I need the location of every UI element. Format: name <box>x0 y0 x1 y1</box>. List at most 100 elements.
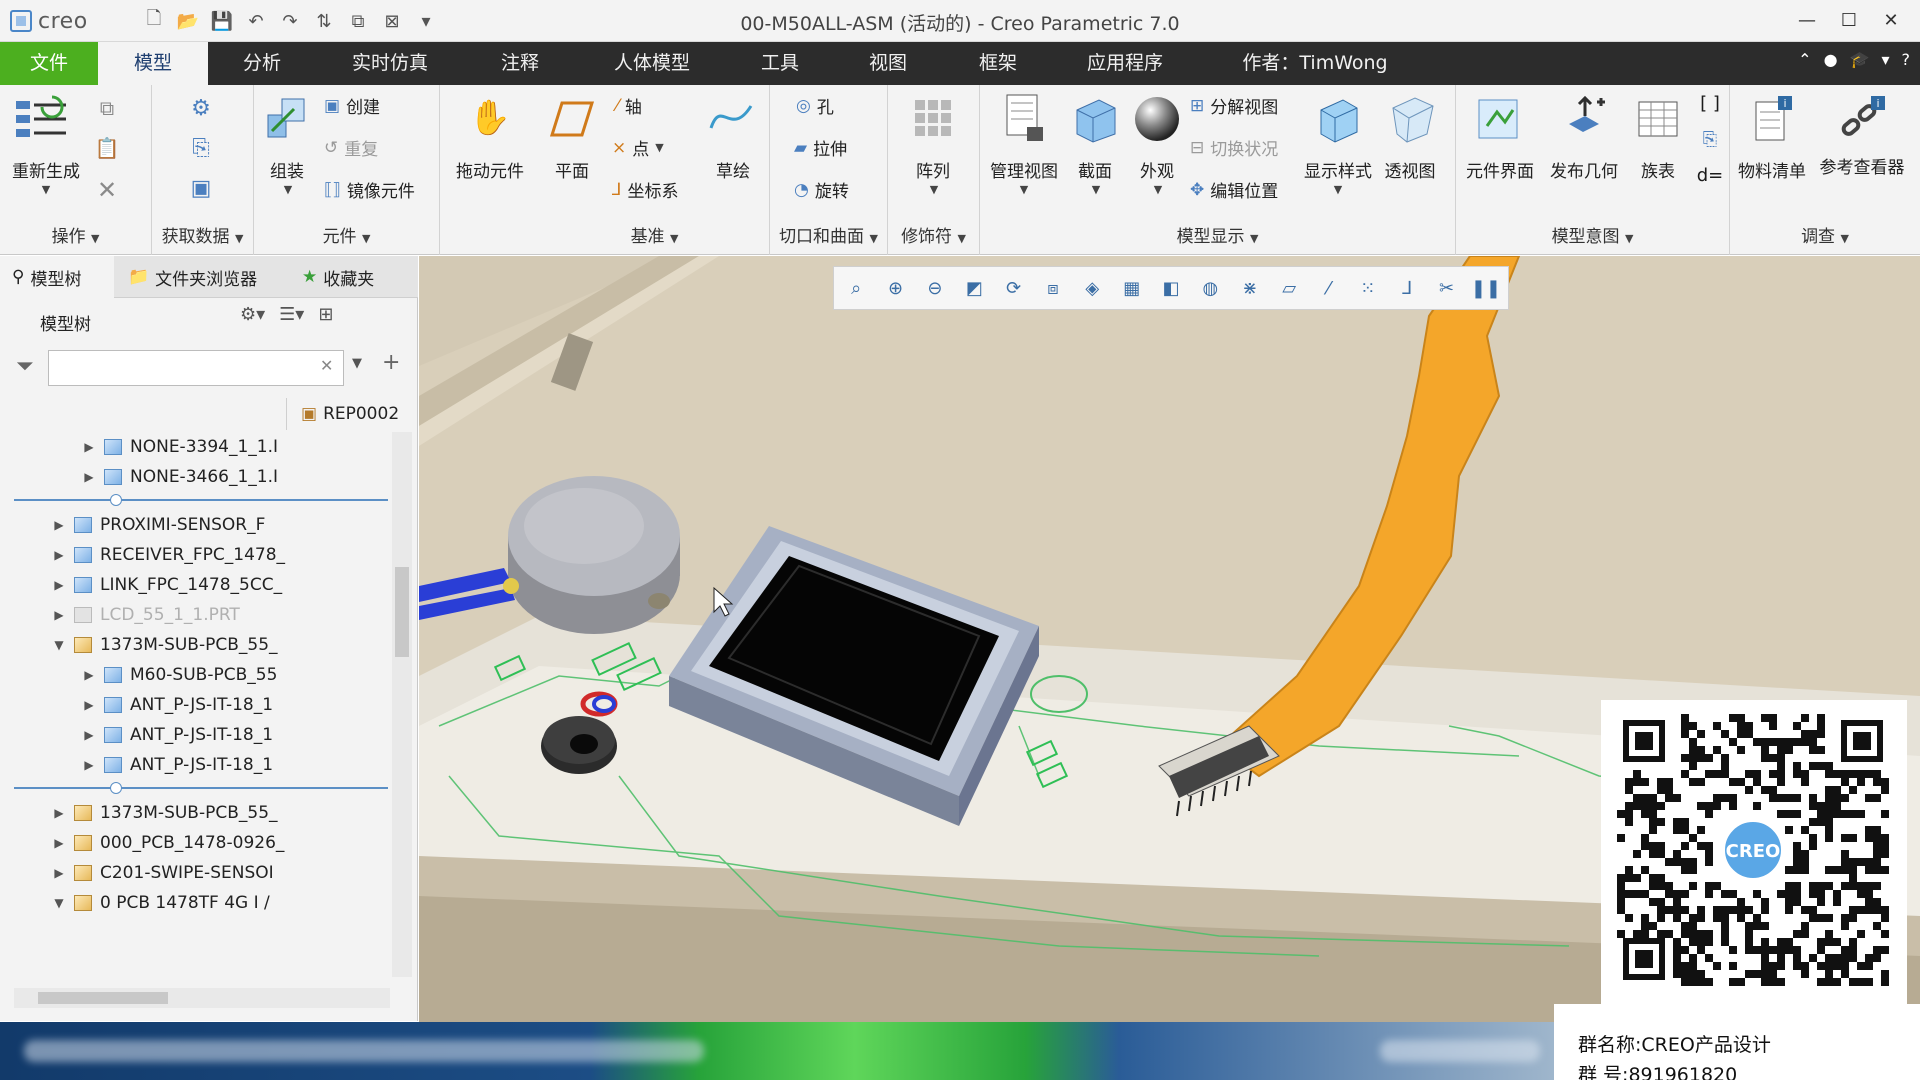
point-button[interactable]: × 点 ▼ <box>612 135 664 161</box>
explode-view-button[interactable]: ⊞ 分解视图 <box>1190 93 1278 119</box>
toggle-status-button[interactable]: ⊟ 切换状况 <box>1190 135 1278 161</box>
perspective-icon[interactable]: ◧ <box>1153 270 1189 306</box>
pattern-icon[interactable] <box>908 93 958 143</box>
tab-framework[interactable]: 框架 <box>948 42 1048 85</box>
shrinkwrap-icon[interactable]: ▣ <box>186 173 216 203</box>
scrollbar-thumb[interactable] <box>38 992 168 1004</box>
group-get-data-label[interactable]: 获取数据 ▼ <box>152 222 253 247</box>
tree-row[interactable]: ▶ C201-SWIPE-SENSOI <box>48 858 273 888</box>
add-filter-icon[interactable]: + <box>382 350 400 375</box>
column-horizontal-scrollbar[interactable] <box>300 988 388 1008</box>
spin-icon[interactable]: ✂ <box>1428 270 1464 306</box>
repeat-button[interactable]: ↺ 重复 <box>324 135 378 161</box>
group-modifiers-label[interactable]: 修饰符 ▼ <box>888 222 979 247</box>
section-label[interactable]: 截面 <box>1070 157 1120 182</box>
customize-icon[interactable]: ▾ <box>412 8 440 34</box>
tab-tools[interactable]: 工具 <box>730 42 830 85</box>
group-model-intent-label[interactable]: 模型意图 ▼ <box>1456 222 1729 247</box>
axis-display-icon[interactable]: ⁄ <box>1310 270 1346 306</box>
tree-row[interactable]: ▶ ANT_P-JS-IT-18_1 <box>78 720 273 750</box>
plane-label[interactable]: 平面 <box>546 157 598 182</box>
copy-icon[interactable]: ⧉ <box>94 95 120 121</box>
create-component-button[interactable]: ▣ 创建 <box>324 93 380 119</box>
extrude-button[interactable]: ▰ 拉伸 <box>794 135 847 161</box>
minimize-icon[interactable]: — <box>1788 4 1826 36</box>
group-datum-label[interactable]: 基准 ▼ <box>540 222 769 247</box>
manage-views-icon[interactable] <box>998 91 1048 147</box>
expand-icon[interactable]: ▶ <box>78 470 100 484</box>
expand-icon[interactable]: ▶ <box>78 698 100 712</box>
point-display-icon[interactable]: ⁙ <box>1350 270 1386 306</box>
assemble-dropdown-icon[interactable]: ▼ <box>278 183 298 196</box>
collapse-icon[interactable]: ▼ <box>48 896 70 910</box>
appearance-label[interactable]: 外观 <box>1132 157 1182 182</box>
datum-display-icon[interactable]: ⋇ <box>1232 270 1268 306</box>
refit-icon[interactable]: ⌕ <box>838 270 874 306</box>
expand-icon[interactable]: ▶ <box>78 758 100 772</box>
group-investigate-label[interactable]: 调查 ▼ <box>1730 222 1920 247</box>
component-interface-label[interactable]: 元件界面 <box>1460 157 1540 182</box>
assemble-label[interactable]: 组装 <box>262 157 312 182</box>
revolve-button[interactable]: ◔ 旋转 <box>794 177 849 203</box>
axis-button[interactable]: ⁄ 轴 <box>616 93 642 119</box>
group-operations-label[interactable]: 操作 ▼ <box>0 222 151 247</box>
expand-icon[interactable]: ▶ <box>78 440 100 454</box>
redo-icon[interactable]: ↷ <box>276 8 304 34</box>
family-table-icon[interactable] <box>1630 91 1686 147</box>
pattern-dropdown-icon[interactable]: ▼ <box>924 183 944 196</box>
display-style-label[interactable]: 显示样式 <box>1302 157 1374 182</box>
perspective-icon[interactable] <box>1384 91 1440 147</box>
tab-favorites[interactable]: ★ 收藏夹 <box>290 256 400 298</box>
tab-model[interactable]: 模型 <box>98 42 208 85</box>
component-interface-icon[interactable] <box>1470 91 1526 147</box>
csys-display-icon[interactable]: ⅃ <box>1389 270 1425 306</box>
hole-button[interactable]: ◎ 孔 <box>796 93 834 119</box>
zoom-out-icon[interactable]: ⊖ <box>917 270 953 306</box>
maximize-icon[interactable]: ☐ <box>1830 4 1868 36</box>
windows-icon[interactable]: ⧉ <box>344 8 372 34</box>
expand-icon[interactable]: ▶ <box>48 608 70 622</box>
drag-component-icon[interactable]: ✋ <box>468 93 512 143</box>
publish-geometry-icon[interactable] <box>1556 91 1612 147</box>
tab-folder-browser[interactable]: 📁 文件夹浏览器 <box>116 256 288 298</box>
filter-dropdown-icon[interactable]: ▼ <box>352 356 362 371</box>
plane-icon[interactable] <box>548 95 596 143</box>
expand-icon[interactable]: ▶ <box>48 806 70 820</box>
reference-viewer-icon[interactable]: i <box>1834 91 1890 147</box>
family-table-label[interactable]: 族表 <box>1632 157 1684 182</box>
repaint-icon[interactable]: ◩ <box>956 270 992 306</box>
display-style-icon[interactable] <box>1310 91 1366 147</box>
tree-columns-icon[interactable]: ⊞ <box>318 304 333 325</box>
tab-analysis[interactable]: 分析 <box>212 42 312 85</box>
bill-of-materials-icon[interactable]: i <box>1744 91 1800 147</box>
perspective-label[interactable]: 透视图 <box>1378 157 1442 182</box>
tree-row[interactable]: ▶ M60-SUB-PCB_55 <box>78 660 277 690</box>
tree-search-input[interactable] <box>48 350 344 386</box>
collapse-icon[interactable]: ▼ <box>48 638 70 652</box>
appearance-icon[interactable]: ◍ <box>1192 270 1228 306</box>
expand-icon[interactable]: ▶ <box>48 578 70 592</box>
delete-icon[interactable]: ✕ <box>94 176 120 204</box>
tab-model-tree[interactable]: ⚲ 模型树 <box>0 256 114 298</box>
group-component-label[interactable]: 元件 ▼ <box>254 222 439 247</box>
drag-component-label[interactable]: 拖动元件 <box>440 157 540 182</box>
expand-icon[interactable]: ▶ <box>78 728 100 742</box>
expand-icon[interactable]: ▶ <box>48 548 70 562</box>
expand-icon[interactable]: ▶ <box>48 518 70 532</box>
tree-show-icon[interactable]: ☰▾ <box>279 304 304 325</box>
tree-row[interactable]: ▶ RECEIVER_FPC_1478_ <box>48 540 285 570</box>
undo-icon[interactable]: ↶ <box>242 8 270 34</box>
edit-position-button[interactable]: ✥ 编辑位置 <box>1190 177 1278 203</box>
tab-live-simulation[interactable]: 实时仿真 <box>330 42 450 85</box>
tree-row[interactable]: ▶ PROXIMI-SENSOR_F <box>48 510 265 540</box>
collapse-ribbon-icon[interactable]: ⌃ <box>1798 50 1811 69</box>
tab-author[interactable]: 作者：TimWong <box>1225 42 1405 85</box>
regenerate-label[interactable]: 重新生成 <box>6 157 86 182</box>
bill-of-materials-label[interactable]: 物料清单 <box>1732 157 1812 182</box>
expand-icon[interactable]: ▶ <box>48 866 70 880</box>
tree-vertical-scrollbar[interactable] <box>392 432 412 977</box>
relations-symbol[interactable]: d= <box>1694 161 1726 189</box>
group-model-display-label[interactable]: 模型显示 ▼ <box>980 222 1455 247</box>
new-icon[interactable]: 🗋 <box>140 8 168 34</box>
tree-row[interactable]: ▼ 0 PCB 1478TF 4G I / <box>48 888 269 918</box>
